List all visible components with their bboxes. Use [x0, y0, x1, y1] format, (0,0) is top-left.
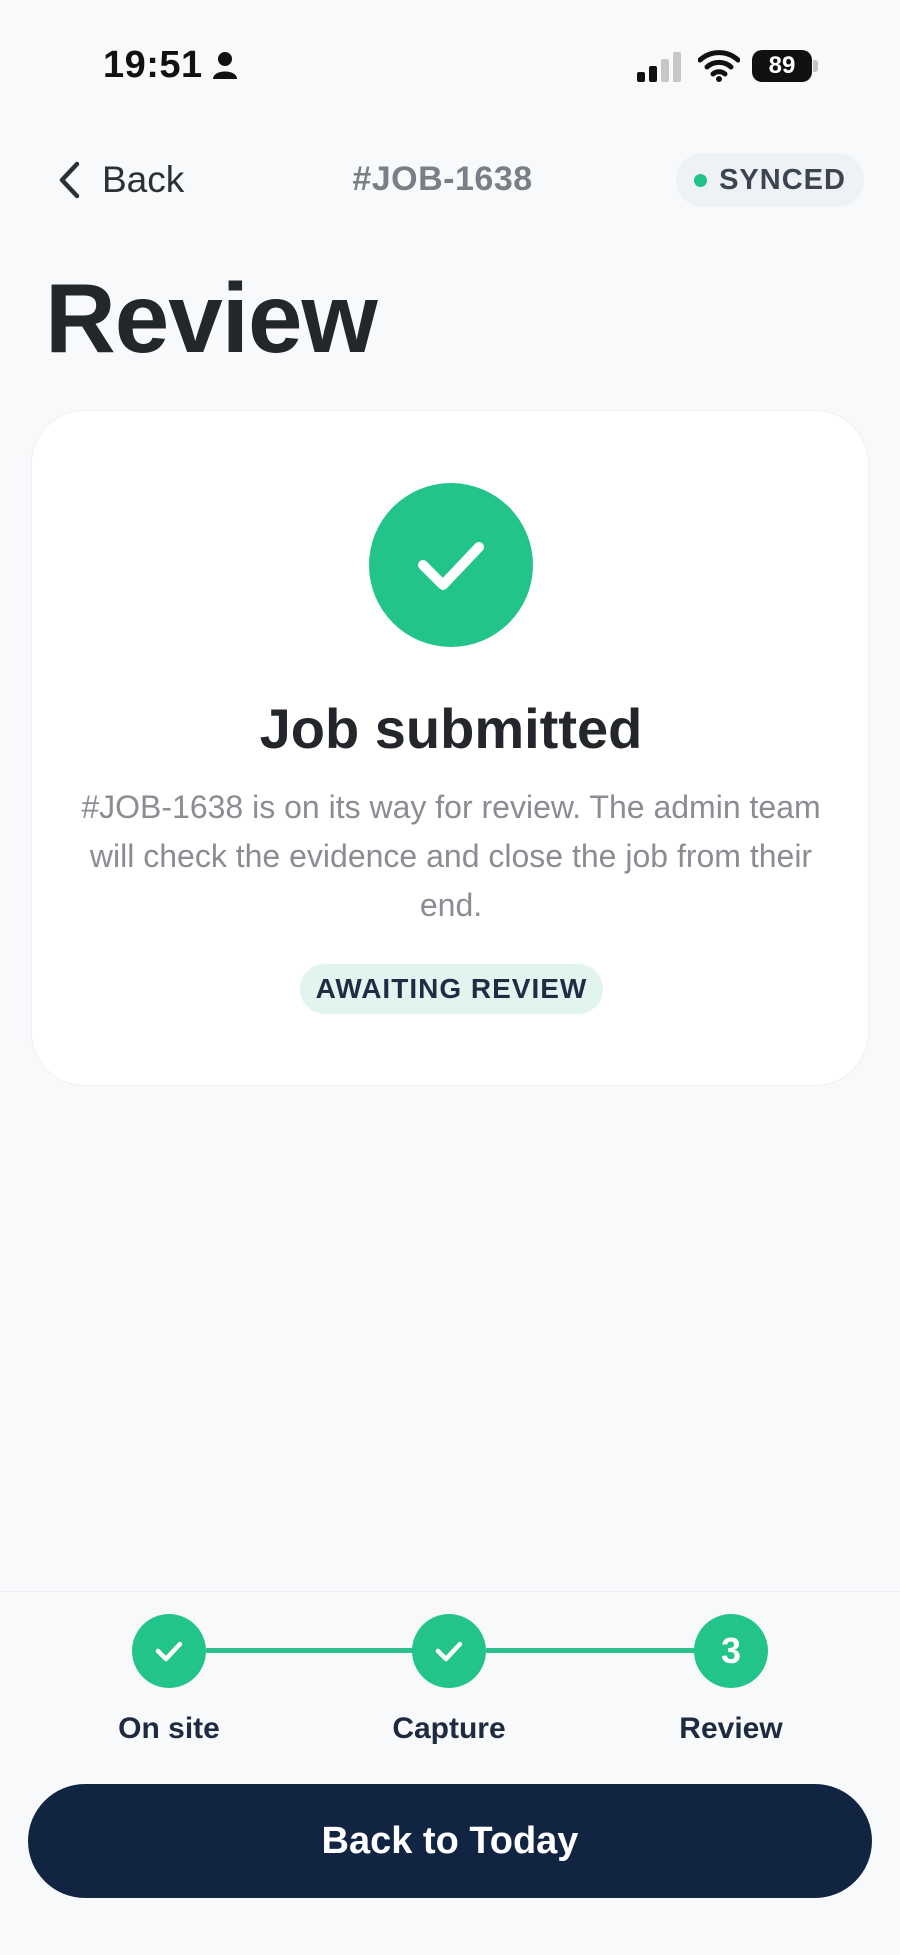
step-label-review: Review	[679, 1712, 783, 1745]
sync-status-label: SYNCED	[719, 163, 846, 196]
page-title: Review	[45, 263, 378, 373]
person-icon	[213, 52, 237, 79]
cellular-signal-icon	[637, 52, 681, 82]
submission-card: Job submitted #JOB-1638 is on its way fo…	[31, 410, 869, 1086]
wifi-icon	[698, 50, 740, 82]
step-label-capture: Capture	[392, 1712, 506, 1745]
step-3-current: 3	[694, 1614, 768, 1688]
battery-icon: 89	[752, 50, 818, 82]
step-label-on-site: On site	[118, 1712, 220, 1745]
card-title: Job submitted	[259, 697, 643, 760]
back-to-today-button[interactable]: Back to Today	[28, 1784, 872, 1898]
checkmark-icon	[418, 542, 484, 590]
step-1-complete-icon	[132, 1614, 206, 1688]
checkmark-icon	[435, 1641, 463, 1662]
success-check-icon	[369, 483, 533, 647]
step-connector	[486, 1648, 696, 1653]
sync-status-badge: SYNCED	[676, 153, 864, 207]
status-bar: 19:51 89	[0, 0, 900, 130]
card-description: #JOB-1638 is on its way for review. The …	[81, 789, 821, 923]
battery-level: 89	[752, 50, 812, 82]
sync-dot-icon	[694, 173, 708, 187]
step-connector	[206, 1648, 414, 1653]
step-3-number: 3	[720, 1630, 742, 1671]
status-badge-label: AWAITING REVIEW	[315, 973, 588, 1004]
review-screen: 19:51 89 Back #JOB-1638 SYNCED Review Jo…	[0, 0, 900, 1955]
checkmark-icon	[155, 1641, 183, 1662]
step-2-complete-icon	[412, 1614, 486, 1688]
bottom-divider	[0, 1591, 900, 1592]
status-time: 19:51	[103, 44, 203, 86]
back-to-today-label: Back to Today	[321, 1819, 579, 1862]
status-badge: AWAITING REVIEW	[300, 964, 603, 1014]
